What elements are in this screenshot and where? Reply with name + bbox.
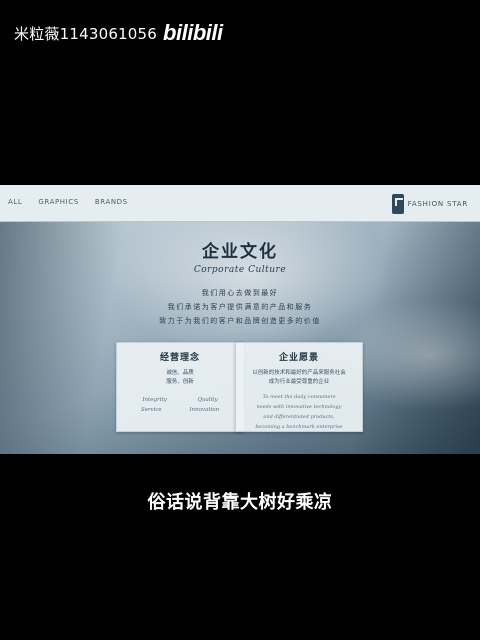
card-en-line: becoming a benchmark enterprise <box>255 424 343 430</box>
watermark-text: 米粒薇1143061056 <box>14 24 158 43</box>
card-en-word: Quality <box>197 397 218 403</box>
card-en-word: Innovation <box>189 407 220 413</box>
section-title-cn: 企业文化 <box>202 242 278 262</box>
nav-item-all[interactable]: ALL <box>8 198 22 206</box>
brand-mark-icon <box>391 194 404 214</box>
card-en-line: To meet the daily consumers <box>262 394 336 400</box>
card-corporate-vision: 企业愿景 以创新的技术和最好的产品来服务社会 成为行业最受尊重的企业 To me… <box>235 342 363 440</box>
card-en-word: Service <box>140 407 162 413</box>
video-subtitle: 俗话说背靠大树好乘凉 <box>147 492 333 513</box>
section-heading: 企业文化 Corporate Culture <box>0 237 480 275</box>
section-title-en: Corporate Culture <box>193 265 287 275</box>
card-en-line: needs with innovative technology <box>256 404 342 410</box>
nav-item-graphics[interactable]: GRAPHICS <box>38 198 78 206</box>
bilibili-logo: bilibili <box>163 20 223 45</box>
card-line: 成为行业最受尊重的企业 <box>268 379 330 385</box>
card-en-line: in providing fashion items. <box>265 434 333 440</box>
watermark: 米粒薇1143061056 bilibili <box>14 20 223 46</box>
card-line: 诚信、品质 <box>166 370 194 376</box>
card-en-line: and differentiated products, <box>263 414 335 420</box>
statement-line: 我们用心去做到最好 <box>201 289 279 297</box>
video-frame: ALL GRAPHICS BRANDS FASHION STAR 企业文化 Co… <box>0 185 480 454</box>
website-header: ALL GRAPHICS BRANDS FASHION STAR <box>0 185 480 222</box>
card-line: 以创新的技术和最好的产品来服务社会 <box>252 370 346 376</box>
card-line: 服务、创新 <box>166 379 194 385</box>
card-title: 企业愿景 <box>278 353 319 363</box>
statement-line: 我们承诺为客户提供满意的产品和服务 <box>167 303 313 311</box>
card-en-word: Integrity <box>142 397 167 403</box>
card-title: 经营理念 <box>159 353 200 363</box>
culture-statements: 我们用心去做到最好 我们承诺为客户提供满意的产品和服务 致力于为我们的客户和品牌… <box>0 286 480 328</box>
statement-line: 致力于为我们的客户和品牌创造更多的价值 <box>159 317 321 325</box>
nav-item-brands[interactable]: BRANDS <box>95 198 128 206</box>
card-business-philosophy: 经营理念 诚信、品质 服务、创新 Integrity Quality Servi… <box>116 342 244 432</box>
brand-name: FASHION STAR <box>407 200 468 208</box>
brand-logo[interactable]: FASHION STAR <box>391 194 468 214</box>
website-nav: ALL GRAPHICS BRANDS <box>8 198 128 206</box>
